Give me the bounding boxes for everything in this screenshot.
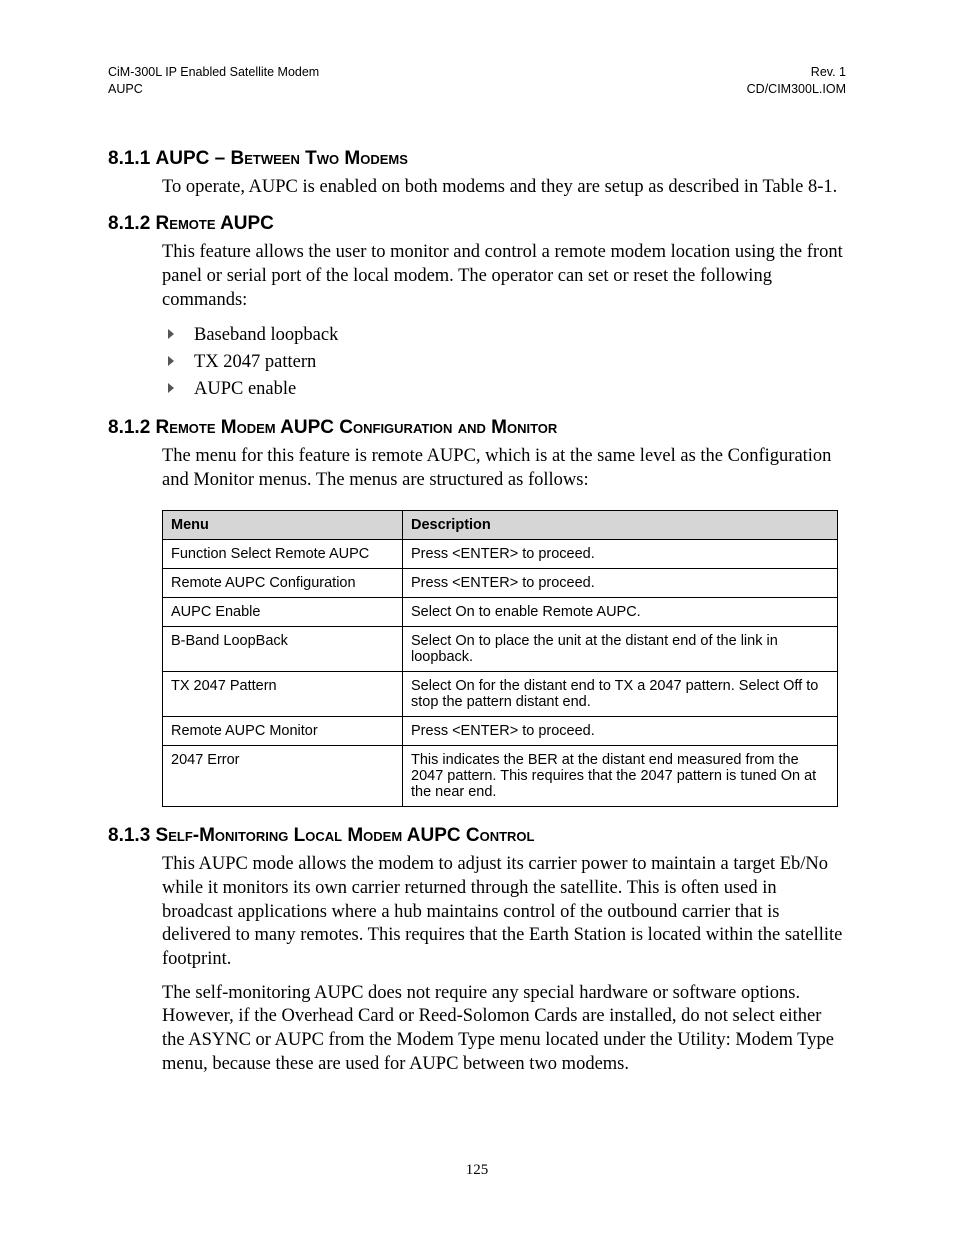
header-left-line2: AUPC	[108, 82, 143, 96]
table-header-row: Menu Description	[163, 511, 838, 540]
header-right: Rev. 1 CD/CIM300L.IOM	[747, 64, 846, 98]
heading-title: AUPC – Between Two Modems	[156, 148, 408, 169]
cell-menu: TX 2047 Pattern	[163, 672, 403, 717]
cell-menu: Remote AUPC Configuration	[163, 569, 403, 598]
table-row: Function Select Remote AUPC Press <ENTER…	[163, 540, 838, 569]
cell-desc: Press <ENTER> to proceed.	[403, 717, 838, 746]
header-right-line2: CD/CIM300L.IOM	[747, 82, 846, 96]
bullet-list-812a: Baseband loopback TX 2047 pattern AUPC e…	[162, 322, 846, 402]
table-row: B-Band LoopBack Select On to place the u…	[163, 627, 838, 672]
heading-title: Remote AUPC	[156, 213, 274, 234]
table-row: AUPC Enable Select On to enable Remote A…	[163, 598, 838, 627]
table-row: Remote AUPC Configuration Press <ENTER> …	[163, 569, 838, 598]
heading-812a: 8.1.2 Remote AUPC	[108, 213, 846, 235]
table-header-menu: Menu	[163, 511, 403, 540]
cell-menu: Remote AUPC Monitor	[163, 717, 403, 746]
heading-812b: 8.1.2 Remote Modem AUPC Configuration an…	[108, 417, 846, 439]
page-number: 125	[0, 1162, 954, 1179]
heading-title: Self-Monitoring Local Modem AUPC Control	[156, 825, 535, 846]
running-header: CiM-300L IP Enabled Satellite Modem AUPC…	[108, 64, 846, 98]
document-page: CiM-300L IP Enabled Satellite Modem AUPC…	[0, 0, 954, 1235]
table-row: TX 2047 Pattern Select On for the distan…	[163, 672, 838, 717]
table-header-description: Description	[403, 511, 838, 540]
para-813-1: This AUPC mode allows the modem to adjus…	[162, 853, 846, 971]
cell-desc: Press <ENTER> to proceed.	[403, 540, 838, 569]
menu-description-table: Menu Description Function Select Remote …	[162, 510, 838, 807]
heading-number: 8.1.2	[108, 213, 156, 234]
cell-desc: Press <ENTER> to proceed.	[403, 569, 838, 598]
table-row: 2047 Error This indicates the BER at the…	[163, 746, 838, 807]
heading-number: 8.1.1	[108, 148, 156, 169]
para-813-2: The self-monitoring AUPC does not requir…	[162, 982, 846, 1077]
para-812b-1: The menu for this feature is remote AUPC…	[162, 445, 846, 492]
cell-menu: AUPC Enable	[163, 598, 403, 627]
list-item: AUPC enable	[162, 376, 846, 403]
heading-number: 8.1.3	[108, 825, 156, 846]
list-item: Baseband loopback	[162, 322, 846, 349]
cell-menu: 2047 Error	[163, 746, 403, 807]
para-812a-1: This feature allows the user to monitor …	[162, 241, 846, 312]
cell-desc: Select On to place the unit at the dista…	[403, 627, 838, 672]
heading-title: Remote Modem AUPC Configuration and Moni…	[156, 417, 558, 438]
cell-menu: B-Band LoopBack	[163, 627, 403, 672]
heading-number: 8.1.2	[108, 417, 156, 438]
cell-desc: This indicates the BER at the distant en…	[403, 746, 838, 807]
header-right-line1: Rev. 1	[811, 65, 846, 79]
heading-813: 8.1.3 Self-Monitoring Local Modem AUPC C…	[108, 825, 846, 847]
heading-811: 8.1.1 AUPC – Between Two Modems	[108, 148, 846, 170]
cell-desc: Select On to enable Remote AUPC.	[403, 598, 838, 627]
header-left-line1: CiM-300L IP Enabled Satellite Modem	[108, 65, 319, 79]
header-left: CiM-300L IP Enabled Satellite Modem AUPC	[108, 64, 319, 98]
cell-menu: Function Select Remote AUPC	[163, 540, 403, 569]
page-content: 8.1.1 AUPC – Between Two Modems To opera…	[108, 148, 846, 1077]
cell-desc: Select On for the distant end to TX a 20…	[403, 672, 838, 717]
list-item: TX 2047 pattern	[162, 349, 846, 376]
para-811-1: To operate, AUPC is enabled on both mode…	[162, 176, 846, 200]
table-row: Remote AUPC Monitor Press <ENTER> to pro…	[163, 717, 838, 746]
